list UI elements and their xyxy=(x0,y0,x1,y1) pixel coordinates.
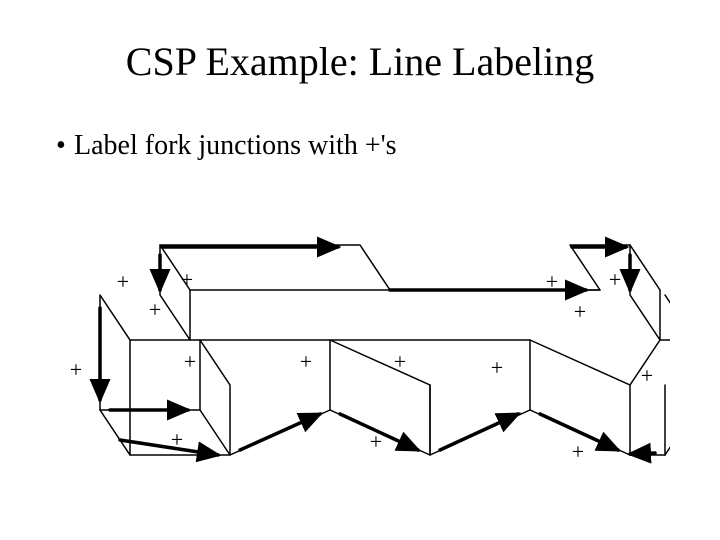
plus-label: + xyxy=(574,299,586,325)
plus-label: + xyxy=(370,429,382,455)
bullet-text: Label fork junctions with +'s xyxy=(74,130,397,161)
plus-label: + xyxy=(641,363,653,389)
edge xyxy=(200,340,230,455)
boundary-arrow xyxy=(440,414,518,450)
plus-label: + xyxy=(117,269,129,295)
boundary-arrow xyxy=(120,440,218,455)
slide: CSP Example: Line Labeling •Label fork j… xyxy=(0,0,720,540)
plus-label: + xyxy=(149,297,161,323)
edge xyxy=(330,340,430,385)
plus-label: + xyxy=(546,269,558,295)
plus-label: + xyxy=(171,427,183,453)
plus-label: + xyxy=(300,349,312,375)
plus-label: + xyxy=(70,357,82,383)
bullet-line: •Label fork junctions with +'s xyxy=(56,130,397,162)
boundary-arrow xyxy=(240,414,320,450)
plus-label: + xyxy=(394,349,406,375)
edge xyxy=(630,245,660,340)
boundary-arrow xyxy=(630,453,655,454)
plus-label: + xyxy=(609,267,621,293)
bullet-dot: • xyxy=(56,130,74,162)
plus-label: + xyxy=(181,267,193,293)
plus-label: + xyxy=(184,349,196,375)
edge xyxy=(660,295,670,340)
plus-label: + xyxy=(491,355,503,381)
plus-label: + xyxy=(572,439,584,465)
edge xyxy=(530,340,630,385)
line-labeling-figure xyxy=(70,200,670,520)
slide-title: CSP Example: Line Labeling xyxy=(0,38,720,85)
edge xyxy=(160,245,660,290)
